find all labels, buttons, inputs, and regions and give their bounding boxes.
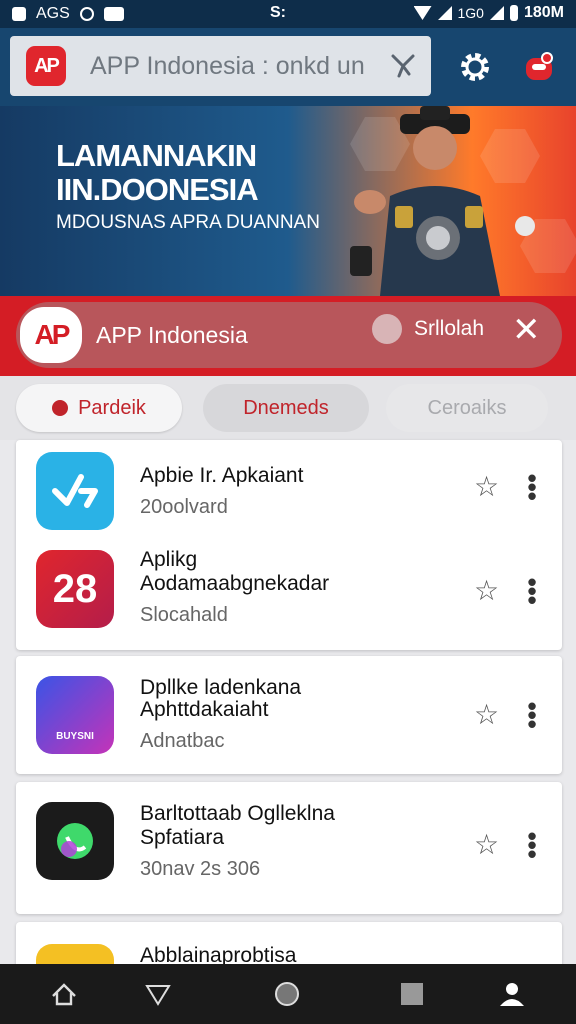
media-icon xyxy=(103,7,124,21)
app-icon: BUYSNI xyxy=(36,676,114,754)
banner-subtitle: MDOUSNAS APRA DUANNAN xyxy=(56,212,320,233)
promo-banner[interactable]: LAMANNAKIN IIN.DOONESIA MDOUSNAS APRA DU… xyxy=(0,106,576,296)
app-icon: 28 xyxy=(36,550,114,628)
app-title: Barltottaab Oglleklna xyxy=(140,802,335,825)
search-bar[interactable]: AP APP Indonesia : onkd un xyxy=(10,36,431,96)
back-icon[interactable] xyxy=(144,980,172,1008)
featured-app-logo: AP xyxy=(20,307,82,363)
more-vert-icon[interactable]: • • • xyxy=(526,823,538,867)
featured-app-action-label: Srllolah xyxy=(414,317,485,340)
clock-icon xyxy=(79,7,94,21)
close-icon[interactable]: ✕ xyxy=(512,310,541,350)
list-item[interactable]: Apbie Ir. Apkaiant 20oolvard ☆ • • • xyxy=(16,440,562,540)
network-text: 1G0 xyxy=(457,5,484,21)
chip-categories[interactable]: Ceroaiks xyxy=(386,384,548,432)
chip-label: Dnemeds xyxy=(243,396,329,419)
app-title-line2: Spfatiara xyxy=(140,826,225,849)
app-title-line2: Aphttdakaiaht xyxy=(140,698,269,721)
star-icon[interactable]: ☆ xyxy=(474,828,499,861)
home-circle-icon[interactable] xyxy=(273,980,301,1008)
app-title: Apbie Ir. Apkaiant xyxy=(140,464,304,487)
app-list-card: Apbie Ir. Apkaiant 20oolvard ☆ • • • 28 Ap… xyxy=(16,440,562,650)
signal-icon-2 xyxy=(489,6,504,20)
banner-title-line1: LAMANNAKIN xyxy=(56,138,257,173)
notification-badge-icon[interactable] xyxy=(522,50,556,84)
app-title: Dpllke ladenkana xyxy=(140,676,302,699)
app-list-card: Barltottaab Oglleklna Spfatiara 30nav 2s… xyxy=(16,782,562,914)
app-icon-label: BUYSNI xyxy=(56,731,94,742)
wifi-icon xyxy=(413,6,432,20)
app-subtitle: 20oolvard xyxy=(140,496,228,518)
status-left-text: AGS xyxy=(36,5,70,22)
top-app-bar: AP APP Indonesia : onkd un xyxy=(0,28,576,106)
clear-search-icon[interactable] xyxy=(389,50,417,85)
status-center-text: S: xyxy=(270,4,286,21)
chip-recommended[interactable]: Dnemeds xyxy=(203,384,369,432)
more-vert-icon[interactable]: • • • xyxy=(526,465,538,509)
list-item[interactable]: 28 Aplikg Aodamaabgnekadar Slocahald ☆ •… xyxy=(16,544,562,644)
home-icon[interactable] xyxy=(50,980,78,1008)
star-icon[interactable]: ☆ xyxy=(474,470,499,503)
chat-icon xyxy=(372,314,402,344)
signal-icon xyxy=(437,6,452,20)
app-subtitle: Slocahald xyxy=(140,604,228,626)
status-bar: AGS S: 1G0 180M xyxy=(0,0,576,28)
app-list-card: BUYSNI Dpllke ladenkana Aphttdakaiaht Ad… xyxy=(16,656,562,774)
featured-app-action[interactable]: Srllolah xyxy=(372,314,484,344)
list-item[interactable]: BUYSNI Dpllke ladenkana Aphttdakaiaht Ad… xyxy=(16,664,562,764)
key-icon xyxy=(52,400,69,416)
chip-label: Ceroaiks xyxy=(427,396,507,419)
app-subtitle: Adnatbac xyxy=(140,730,225,752)
banner-title-line2: IIN.DOONESIA xyxy=(56,172,259,207)
list-item[interactable]: Barltottaab Oglleklna Spfatiara 30nav 2s… xyxy=(16,794,562,894)
star-icon[interactable]: ☆ xyxy=(474,698,499,731)
settings-gear-icon[interactable] xyxy=(458,50,492,84)
app-subtitle: 30nav 2s 306 xyxy=(140,858,261,880)
app-icon xyxy=(36,452,114,530)
star-icon[interactable]: ☆ xyxy=(474,574,499,607)
status-right-text: 180M xyxy=(523,4,564,21)
featured-app-strip: AP APP Indonesia Srllolah ✕ xyxy=(0,296,576,376)
recents-icon[interactable] xyxy=(398,980,426,1008)
officer-illustration xyxy=(350,106,535,296)
profile-icon[interactable] xyxy=(498,980,526,1008)
chip-popular[interactable]: Pardeik xyxy=(16,384,182,432)
filter-chips: Pardeik Dnemeds Ceroaiks xyxy=(0,376,576,440)
search-input[interactable]: APP Indonesia : onkd un xyxy=(90,52,365,81)
more-vert-icon[interactable]: • • • xyxy=(526,693,538,737)
app-title-line2: Aodamaabgnekadar xyxy=(140,572,330,595)
app-title: Aplikg xyxy=(140,548,198,571)
notification-icon xyxy=(12,7,26,21)
bottom-nav-bar xyxy=(0,964,576,1024)
battery-icon xyxy=(509,5,518,21)
featured-app-name: APP Indonesia xyxy=(96,321,248,348)
app-icon xyxy=(36,802,114,880)
chip-label: Pardeik xyxy=(78,396,146,419)
app-logo: AP xyxy=(26,46,66,86)
more-vert-icon[interactable]: • • • xyxy=(526,569,538,613)
